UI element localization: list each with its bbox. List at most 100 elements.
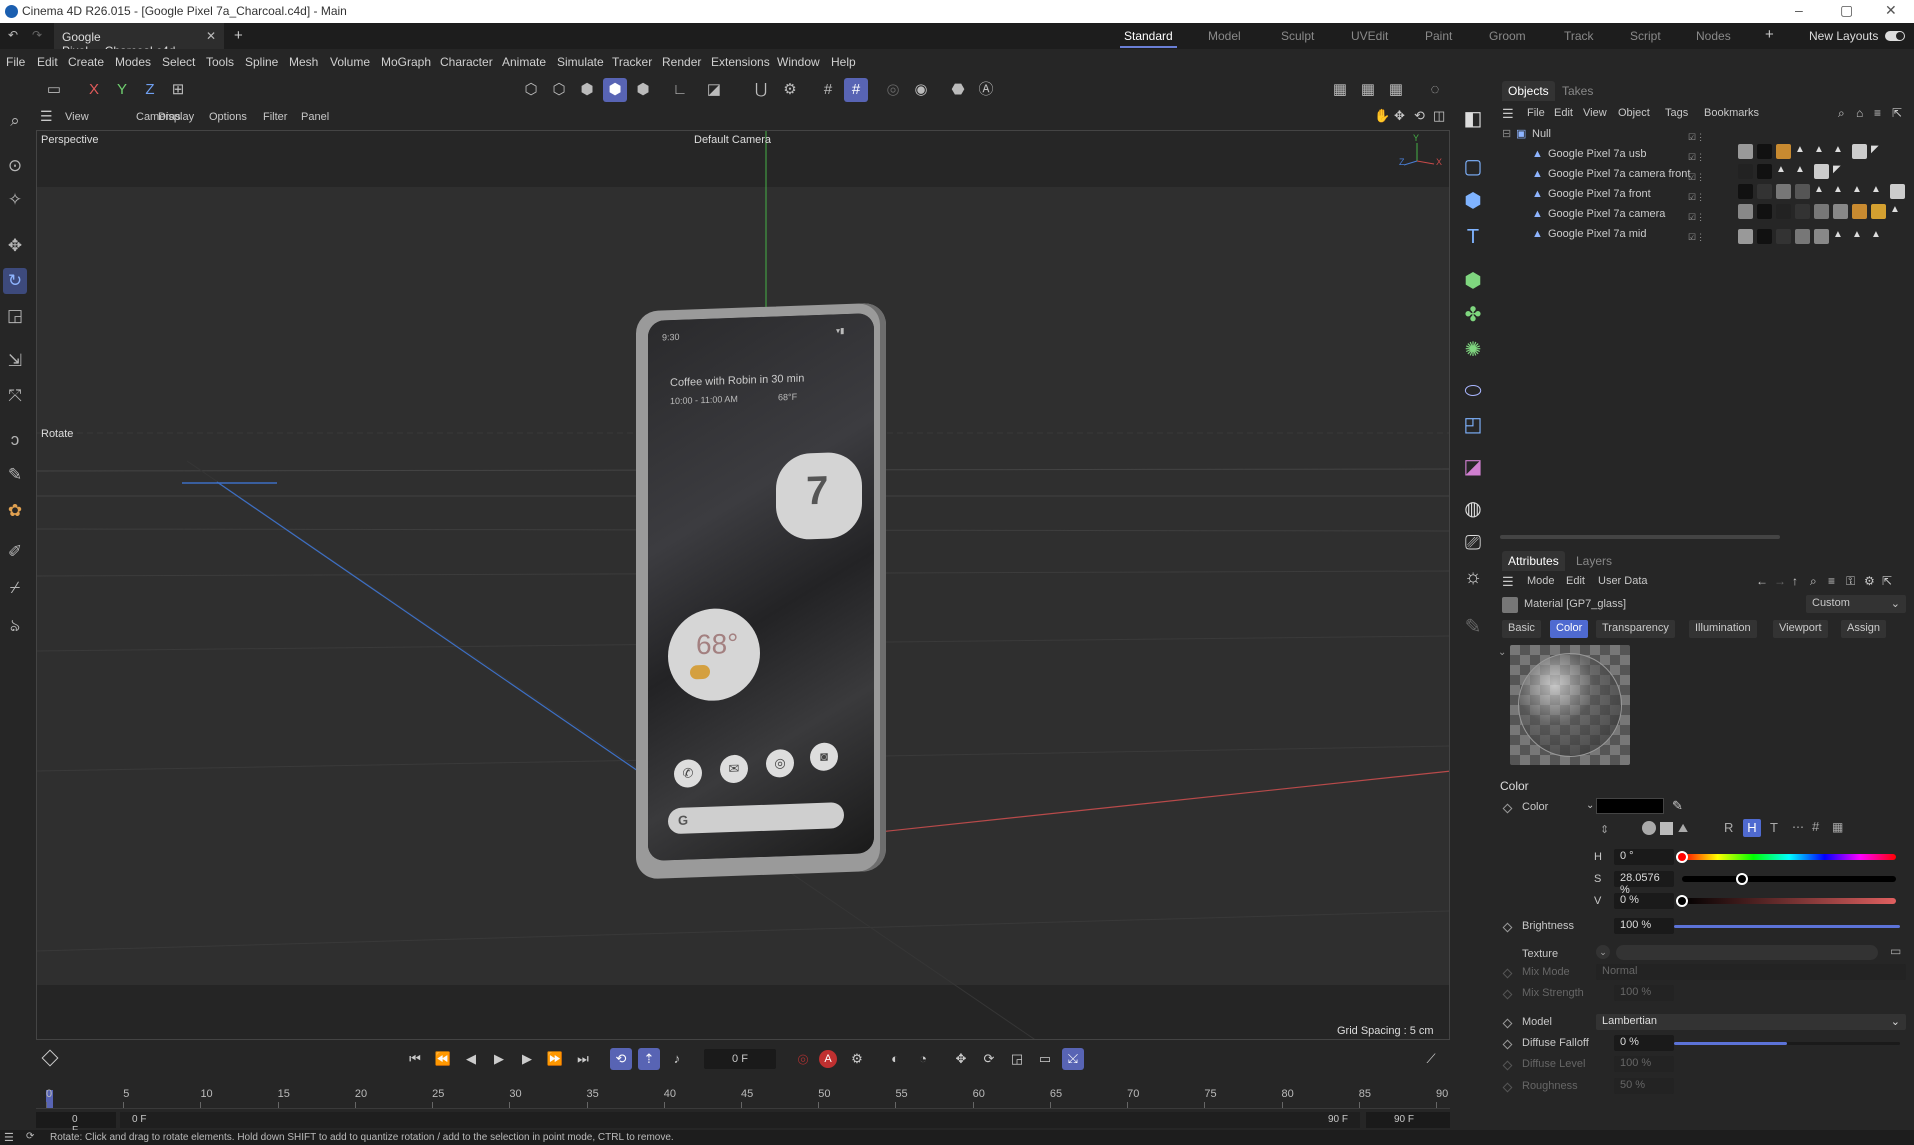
menu-window[interactable]: Window [777, 55, 820, 69]
swatches-icon[interactable]: ▦ [1832, 820, 1843, 834]
objects-menu-edit[interactable]: Edit [1554, 107, 1573, 119]
eyedropper-icon[interactable]: ✎ [1672, 798, 1683, 814]
end-frame-field[interactable]: 90 F [1366, 1112, 1450, 1128]
cube-icon[interactable]: ⬢ [1459, 187, 1487, 215]
previous-frame-icon[interactable]: ◀ [460, 1048, 482, 1070]
menu-create[interactable]: Create [68, 55, 104, 69]
menu-tracker[interactable]: Tracker [612, 55, 652, 69]
playback-rate-icon[interactable]: ⇡ [638, 1048, 660, 1070]
menu-edit[interactable]: Edit [37, 55, 58, 69]
lock-icon[interactable]: ⬣ [946, 78, 970, 102]
viewport-menu-panel[interactable]: Panel [301, 111, 329, 123]
rotate-view-icon[interactable]: ⟲ [1414, 108, 1425, 124]
layout-track[interactable]: Track [1564, 29, 1594, 43]
keyframe-diamond-icon[interactable] [1502, 1060, 1513, 1071]
new-layouts-label[interactable]: New Layouts [1809, 29, 1878, 43]
preview-range-bar[interactable]: 0 F 90 F [120, 1112, 1360, 1128]
move-icon[interactable]: ✥ [3, 233, 27, 259]
redo-icon[interactable]: ↷ [32, 28, 42, 42]
objects-menu-bookmarks[interactable]: Bookmarks [1704, 107, 1759, 119]
add-tab-icon[interactable]: + [234, 27, 243, 44]
start-frame-field[interactable]: 0 F [36, 1112, 116, 1136]
saturation-slider[interactable] [1682, 873, 1896, 885]
coordinate-system-icon[interactable]: ⊞ [166, 78, 190, 102]
viewport-menu-filter[interactable]: Filter [263, 111, 287, 123]
3d-viewport[interactable]: Perspective Default Camera Rotate Y Z X … [36, 130, 1450, 1040]
effector-icon[interactable]: ✺ [1459, 336, 1487, 364]
pen-icon[interactable]: ✎ [3, 462, 27, 488]
keyframe-mode-icon[interactable] [41, 1049, 59, 1067]
attributes-menu-icon[interactable]: ☰ [1502, 574, 1514, 590]
subdivision-icon[interactable]: ⬢ [1459, 267, 1487, 295]
texture-mode-icon[interactable]: ◪ [702, 78, 726, 102]
objects-menu-view[interactable]: View [1583, 107, 1607, 119]
keyframe-diamond-icon[interactable] [1502, 1082, 1513, 1093]
material-tags[interactable]: ▲ ▲ ▲ ◤ ▲ ▲ ◤ ▲ ▲ ▲ ▲ ▲ [1738, 144, 1914, 226]
previous-key-icon[interactable]: ⏪ [432, 1048, 454, 1070]
record-settings-icon[interactable]: ⚙ [846, 1048, 868, 1070]
subtab-illumination[interactable]: Illumination [1689, 620, 1757, 638]
grid-icon[interactable]: # [816, 78, 840, 102]
scale-icon[interactable]: ◲ [3, 303, 27, 329]
hue-slider-knob[interactable] [1676, 851, 1688, 863]
subtab-viewport[interactable]: Viewport [1773, 620, 1828, 638]
attributes-menu-user-data[interactable]: User Data [1598, 575, 1648, 587]
spline-tool-icon[interactable]: ঌ [3, 613, 27, 639]
new-layouts-toggle[interactable] [1885, 31, 1905, 41]
rgb-mode-button[interactable]: R [1724, 820, 1733, 835]
hex-mode-button[interactable]: # [1812, 819, 1819, 834]
hue-field[interactable]: 0 ° [1614, 849, 1674, 865]
play-icon[interactable]: ▶ [488, 1048, 510, 1070]
tab-objects[interactable]: Objects [1502, 81, 1555, 101]
visibility-column[interactable]: ☑⋮ ☑⋮ ☑⋮ ☑⋮ ☑⋮ ☑⋮ [1688, 127, 1708, 247]
brightness-slider[interactable] [1674, 925, 1900, 928]
deformer-icon[interactable]: ⬭ [1459, 377, 1487, 405]
timeline-curve-icon[interactable]: ⟋ [1420, 1048, 1442, 1070]
diffuse-falloff-field[interactable]: 0 % [1614, 1035, 1674, 1051]
subtab-color[interactable]: Color [1550, 620, 1589, 638]
folder-icon[interactable]: ▭ [1890, 944, 1901, 958]
subtab-assign[interactable]: Assign [1841, 620, 1887, 638]
value-slider[interactable] [1676, 895, 1896, 907]
attributes-menu-mode[interactable]: Mode [1527, 575, 1555, 587]
viewport-renderer-icon[interactable]: ◌ [1423, 78, 1447, 102]
workplane-icon[interactable]: # [844, 78, 868, 102]
close-button[interactable]: ✕ [1885, 2, 1897, 19]
layout-model[interactable]: Model [1208, 29, 1241, 43]
axis-mode-icon[interactable]: ∟ [668, 78, 692, 102]
cloner-icon[interactable]: ✤ [1459, 301, 1487, 329]
auto-key-icon[interactable]: Ⓐ [974, 78, 998, 102]
status-menu-icon[interactable]: ☰ [4, 1131, 14, 1144]
viewport-menu-view[interactable]: View [65, 111, 89, 123]
objects-menu-icon[interactable]: ☰ [1502, 106, 1514, 122]
spectrum-mode-icon[interactable] [1660, 822, 1673, 835]
field-icon[interactable]: ◰ [1459, 411, 1487, 439]
tab-takes[interactable]: Takes [1556, 81, 1599, 101]
layout-groom[interactable]: Groom [1489, 29, 1526, 43]
keyframe-selection-icon[interactable]: ◐ [884, 1048, 906, 1070]
text-icon[interactable]: T [1459, 223, 1487, 251]
attributes-lock-icon[interactable]: ⚿ [1846, 574, 1855, 589]
loop-icon[interactable]: ⟲ [610, 1048, 632, 1070]
points-mode-icon[interactable]: ⬡ [519, 78, 543, 102]
attributes-filter-icon[interactable]: ≡ [1828, 574, 1835, 588]
axis-y-button[interactable]: Y [110, 78, 134, 102]
objects-menu-object[interactable]: Object [1618, 107, 1650, 119]
keyframe-diamond-icon[interactable] [1502, 968, 1513, 979]
objects-scrollbar[interactable] [1500, 535, 1780, 539]
kelvin-mode-button[interactable]: T [1770, 820, 1778, 835]
forward-arrow-icon[interactable]: → [1774, 574, 1786, 588]
selection-icon[interactable]: ⊙ [3, 153, 27, 179]
keyframe-diamond-icon[interactable] [1502, 803, 1513, 814]
keyframe-diamond-icon[interactable] [1502, 1039, 1513, 1050]
volume-icon[interactable]: ◪ [1459, 453, 1487, 481]
expand-icon[interactable]: ⇕ [1600, 823, 1609, 836]
snap-settings-icon[interactable]: ⚙ [778, 78, 802, 102]
tab-layers[interactable]: Layers [1570, 551, 1618, 571]
mixer-mode-icon[interactable]: ⋯ [1792, 820, 1804, 834]
go-to-start-icon[interactable]: ⏮ [404, 1048, 426, 1070]
go-to-end-icon[interactable]: ⏭ [572, 1048, 594, 1070]
render-settings-icon[interactable]: ▦ [1384, 78, 1408, 102]
hue-slider[interactable] [1676, 851, 1896, 863]
model-dropdown[interactable]: Lambertian ⌄ [1596, 1014, 1906, 1030]
